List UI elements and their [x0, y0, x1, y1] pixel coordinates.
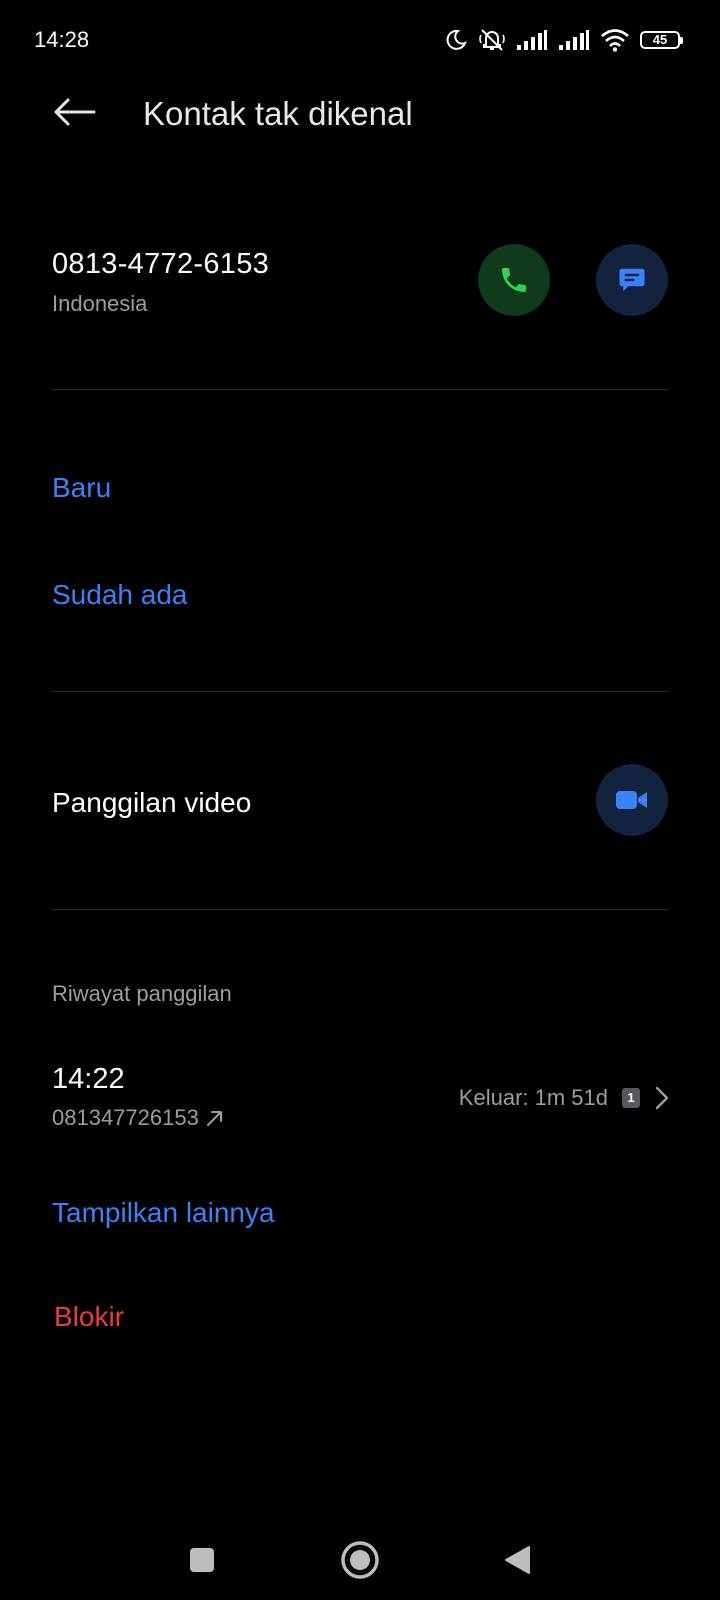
call-number-text: 081347726153 [52, 1105, 199, 1130]
call-history-row[interactable]: 14:22 081347726153 Keluar: 1m 51d 1 [52, 1054, 670, 1134]
show-more-button[interactable]: Tampilkan lainnya [52, 1196, 275, 1230]
call-time: 14:22 [52, 1063, 125, 1095]
home-button[interactable] [332, 1532, 388, 1588]
message-button[interactable] [596, 244, 668, 316]
phone-icon [502, 268, 526, 292]
sim-badge: 1 [622, 1088, 640, 1108]
back-button[interactable] [44, 88, 104, 136]
phone-number: 0813-4772-6153 [52, 248, 270, 280]
new-contact-button[interactable]: Baru [52, 471, 111, 505]
video-call-button[interactable] [596, 764, 668, 836]
arrow-left-icon [54, 98, 96, 126]
outgoing-arrow-icon [206, 1111, 222, 1126]
wifi-icon [601, 29, 629, 52]
status-time: 14:28 [34, 27, 90, 52]
call-button[interactable] [478, 244, 550, 316]
message-icon [619, 268, 645, 292]
call-detail: Keluar: 1m 51d 1 [459, 1084, 670, 1112]
signal-icon [517, 30, 547, 50]
call-history-label: Riwayat panggilan [52, 981, 232, 1006]
video-camera-icon [616, 791, 647, 809]
battery-icon: 45 [640, 31, 683, 49]
back-triangle-icon [505, 1546, 530, 1574]
call-duration: Keluar: 1m 51d [458, 1085, 608, 1110]
video-call-label: Panggilan video [52, 787, 252, 818]
divider [52, 691, 668, 692]
status-icons: 45 [444, 24, 683, 56]
call-number: 081347726153 [52, 1104, 225, 1132]
recents-square-icon [190, 1548, 214, 1572]
recents-button[interactable] [174, 1532, 230, 1588]
signal-icon [559, 30, 589, 50]
phone-region: Indonesia [52, 291, 148, 316]
page-title: Kontak tak dikenal [143, 95, 413, 132]
chevron-right-icon [655, 1086, 669, 1110]
nav-back-button[interactable] [490, 1532, 546, 1588]
home-circle-icon [341, 1541, 379, 1579]
block-button[interactable]: Blokir [54, 1300, 124, 1334]
existing-contact-button[interactable]: Sudah ada [52, 578, 187, 612]
divider [52, 909, 668, 910]
divider [52, 389, 668, 390]
mute-icon [479, 29, 505, 51]
moon-icon [446, 29, 467, 50]
